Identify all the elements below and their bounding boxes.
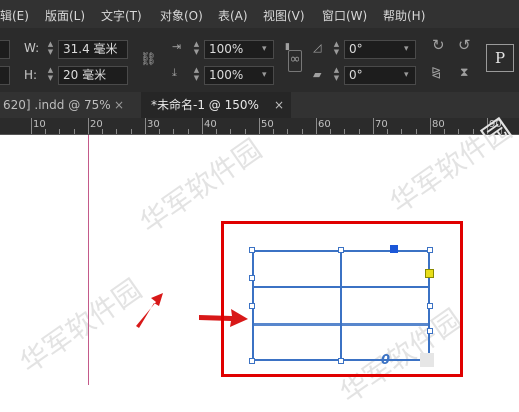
flip-vertical-icon[interactable]: ⧗ <box>460 65 468 80</box>
menu-window[interactable]: 窗口(W) <box>322 7 367 24</box>
y-field[interactable] <box>0 66 10 85</box>
overset-marker: 0- <box>381 353 396 368</box>
document-canvas[interactable]: 华军软件园 华军软件园 华军软件园 华军软件园 0- <box>0 113 519 410</box>
close-icon[interactable]: × <box>114 92 124 118</box>
shear-angle-icon: ▰ <box>313 68 322 81</box>
width-stepper[interactable]: ▲ ▼ <box>46 40 55 59</box>
resize-handle[interactable] <box>427 328 433 334</box>
ruler-label: 50 <box>261 119 274 130</box>
table-column-divider <box>340 250 342 361</box>
ruler-label: 30 <box>147 119 160 130</box>
shear-dropdown-icon[interactable]: ▾ <box>404 70 409 80</box>
resize-handle[interactable] <box>427 303 433 309</box>
flip-horizontal-icon[interactable]: ⧎ <box>431 65 441 79</box>
rotate-stepper[interactable]: ▲ ▼ <box>332 40 341 59</box>
resize-handle[interactable] <box>249 247 255 253</box>
scale-y-dropdown-icon[interactable]: ▾ <box>262 70 267 80</box>
horizontal-ruler[interactable]: 10 20 30 40 50 60 70 80 90 <box>0 118 519 135</box>
menu-bar: 辑(E) 版面(L) 文字(T) 对象(O) 表(A) 视图(V) 窗口(W) … <box>0 0 519 28</box>
tab-document-1[interactable]: 620] .indd @ 75% × <box>0 92 135 118</box>
close-icon[interactable]: × <box>274 92 284 118</box>
scale-x-dropdown-icon[interactable]: ▾ <box>262 44 267 54</box>
height-label: H: <box>24 68 38 82</box>
text-in-port[interactable] <box>390 245 398 253</box>
resize-handle[interactable] <box>338 358 344 364</box>
watermark: 华军软件园 <box>14 272 148 380</box>
tab-document-active[interactable]: *未命名-1 @ 150% × <box>141 92 291 118</box>
tab-label: 620] .indd @ 75% <box>3 98 111 112</box>
menu-view[interactable]: 视图(V) <box>263 7 305 24</box>
tab-label: *未命名-1 @ 150% <box>151 98 259 112</box>
document-tab-bar: 620] .indd @ 75% × *未命名-1 @ 150% × <box>0 92 519 118</box>
rotate-dropdown-icon[interactable]: ▾ <box>404 44 409 54</box>
rotate-cw-icon[interactable]: ↻ <box>432 36 445 54</box>
rotate-angle-icon: ◿ <box>313 41 322 54</box>
menu-layout[interactable]: 版面(L) <box>45 7 85 24</box>
reference-point-label: P <box>495 49 506 67</box>
ruler-label: 60 <box>318 119 331 130</box>
resize-handle[interactable] <box>249 275 255 281</box>
constrain-proportions-icon[interactable]: ⛓ <box>140 52 157 67</box>
width-label: W: <box>24 41 40 55</box>
scale-x-icon: ⇥ <box>172 40 182 53</box>
height-stepper[interactable]: ▲ ▼ <box>46 66 55 85</box>
scale-y-icon: ⤓ <box>172 66 177 79</box>
menu-help[interactable]: 帮助(H) <box>383 7 425 24</box>
annotation-arrow <box>136 293 163 328</box>
scale-y-stepper[interactable]: ▲ ▼ <box>192 66 201 85</box>
control-panel: W: ▲ ▼ 31.4 毫米 H: ▲ ▼ 20 毫米 ⛓ ⇥ ▲ ▼ 100% ▾ … <box>0 28 519 92</box>
menu-type[interactable]: 文字(T) <box>101 7 142 24</box>
text-out-port[interactable] <box>425 269 434 278</box>
menu-edit[interactable]: 辑(E) <box>0 7 29 24</box>
page-margin-guide <box>88 135 89 385</box>
ruler-label: 40 <box>204 119 217 130</box>
reference-point-button[interactable]: P <box>486 44 514 72</box>
menu-object[interactable]: 对象(O) <box>160 7 203 24</box>
watermark-fragment <box>420 353 434 367</box>
width-field[interactable]: 31.4 毫米 <box>58 40 128 59</box>
ruler-label: 70 <box>375 119 388 130</box>
constrain-scale-icon[interactable]: ∞ <box>288 50 302 72</box>
height-field[interactable]: 20 毫米 <box>58 66 128 85</box>
shear-stepper[interactable]: ▲ ▼ <box>332 66 341 85</box>
resize-handle[interactable] <box>249 358 255 364</box>
rotate-ccw-icon[interactable]: ↺ <box>458 36 471 54</box>
ruler-label: 80 <box>432 119 445 130</box>
ruler-label: 10 <box>33 119 46 130</box>
resize-handle[interactable] <box>338 247 344 253</box>
scale-x-stepper[interactable]: ▲ ▼ <box>192 40 201 59</box>
menu-table[interactable]: 表(A) <box>218 7 248 24</box>
ruler-label: 20 <box>90 119 103 130</box>
resize-handle[interactable] <box>249 303 255 309</box>
resize-handle[interactable] <box>427 247 433 253</box>
x-field[interactable] <box>0 40 10 59</box>
